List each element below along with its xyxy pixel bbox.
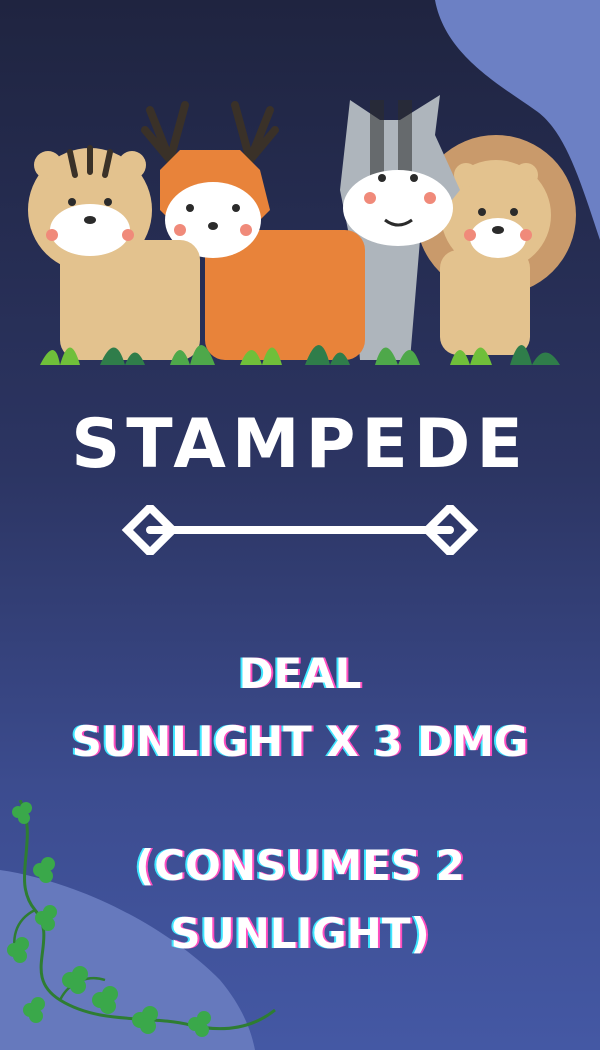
- card-description: DEAL SUNLIGHT X 3 DMG: [0, 640, 600, 776]
- description-line-2: SUNLIGHT X 3 DMG: [71, 717, 529, 766]
- diamond-divider-icon: [121, 505, 479, 555]
- description-line-1: DEAL: [238, 649, 362, 698]
- card-title: STAMPEDE: [71, 405, 529, 484]
- game-card[interactable]: STAMPEDE DEAL SUNLIGHT X 3 DMG (CONSUMES…: [0, 0, 600, 1050]
- animals-illustration: [28, 95, 576, 365]
- clover-vine-icon: [7, 800, 276, 1037]
